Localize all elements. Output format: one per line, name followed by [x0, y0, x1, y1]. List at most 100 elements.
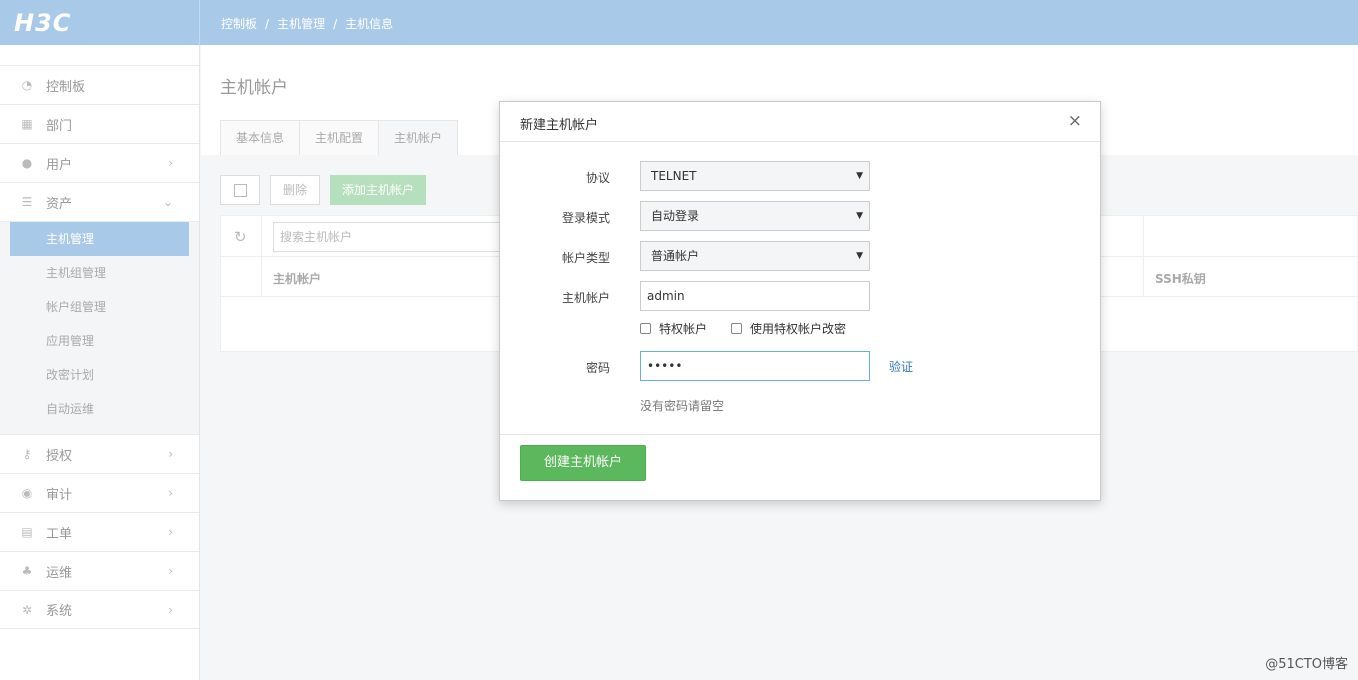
login-mode-select[interactable]: 自动登录 ▼	[640, 201, 870, 231]
privileged-account-label: 特权帐户	[659, 322, 708, 336]
file-icon: ▤	[21, 525, 33, 539]
sidebar-item-system[interactable]: ✲ 系统 ›	[0, 590, 199, 629]
breadcrumb-separator: /	[333, 17, 338, 31]
delete-button[interactable]: 删除	[270, 175, 321, 205]
login-mode-label: 登录模式	[561, 211, 610, 225]
breadcrumb: 控制板 / 主机管理 / 主机信息	[221, 15, 393, 32]
account-type-label: 帐户类型	[561, 251, 610, 265]
dashboard-icon: ◔	[21, 78, 33, 92]
logo-area: H3C	[0, 0, 200, 45]
login-mode-row: 登录模式 自动登录 ▼	[500, 201, 1100, 231]
protocol-select[interactable]: TELNET ▼	[640, 161, 870, 191]
sidebar-item-assets[interactable]: ☰ 资产 ⌄	[0, 182, 199, 221]
submenu-item-password-plan[interactable]: 改密计划	[10, 358, 189, 392]
checkbox-box	[731, 323, 743, 334]
breadcrumb-item-host-info: 主机信息	[345, 17, 394, 31]
chevron-right-icon: ›	[168, 486, 173, 500]
checkbox-box	[233, 183, 247, 197]
breadcrumb-item-dashboard[interactable]: 控制板	[221, 17, 257, 31]
tab-basic-info[interactable]: 基本信息	[220, 120, 301, 155]
sidebar-item-department[interactable]: ▦ 部门	[0, 104, 199, 143]
sidebar-item-label: 部门	[46, 118, 73, 134]
select-all-checkbox[interactable]	[220, 175, 260, 205]
page-title: 主机帐户	[220, 78, 288, 98]
toolbar: 删除 添加主机帐户	[220, 175, 427, 205]
modal-header: 新建主机帐户 ×	[500, 102, 1100, 142]
watermark: @51CTO博客	[1265, 657, 1348, 672]
sidebar: ◔ 控制板 ▦ 部门 ● 用户 › ☰ 资产 ⌄ 主机管理 主机组管理 帐户组管…	[0, 45, 200, 680]
sidebar-item-label: 授权	[46, 448, 73, 464]
protocol-label: 协议	[585, 171, 610, 185]
grid-icon: ▦	[21, 117, 33, 131]
sidebar-item-label: 系统	[46, 604, 73, 619]
tab-host-config[interactable]: 主机配置	[299, 120, 380, 155]
gear-icon: ✲	[21, 602, 33, 617]
sidebar-item-label: 用户	[46, 157, 73, 173]
modal-title: 新建主机帐户	[520, 118, 599, 133]
account-type-select[interactable]: 普通帐户 ▼	[640, 241, 870, 271]
sidebar-item-authorization[interactable]: ⚷ 授权 ›	[0, 434, 199, 473]
user-icon: ●	[21, 156, 33, 170]
sidebar-item-label: 资产	[46, 196, 73, 212]
create-host-account-button[interactable]: 创建主机帐户	[520, 445, 646, 481]
sidebar-item-tickets[interactable]: ▤ 工单 ›	[0, 512, 199, 551]
use-privileged-checkbox[interactable]: 使用特权帐户改密	[731, 320, 846, 337]
account-type-row: 帐户类型 普通帐户 ▼	[500, 241, 1100, 271]
breadcrumb-item-host-management[interactable]: 主机管理	[277, 17, 325, 31]
caret-down-icon: ▼	[856, 171, 863, 181]
sitemap-icon: ♣	[21, 564, 33, 578]
password-row: 密码 ••••• 验证	[500, 351, 1100, 381]
host-account-row: 主机帐户 admin	[500, 281, 1100, 311]
password-label: 密码	[585, 361, 610, 375]
close-icon[interactable]: ×	[1068, 111, 1082, 131]
sidebar-item-operations[interactable]: ♣ 运维 ›	[0, 551, 199, 590]
chevron-right-icon: ›	[168, 447, 173, 461]
protocol-value: TELNET	[651, 169, 697, 183]
column-header-ssh-key[interactable]: SSH私钥	[1155, 270, 1206, 287]
key-icon: ⚷	[22, 447, 32, 461]
submenu-item-app-management[interactable]: 应用管理	[10, 324, 189, 358]
chevron-right-icon: ›	[168, 525, 173, 539]
breadcrumb-separator: /	[265, 17, 270, 31]
top-bar: H3C 控制板 / 主机管理 / 主机信息	[0, 0, 1358, 45]
logo[interactable]: H3C	[14, 9, 71, 37]
add-host-account-button[interactable]: 添加主机帐户	[330, 175, 427, 205]
account-type-value: 普通帐户	[651, 249, 700, 263]
checkbox-box	[640, 323, 651, 334]
server-icon: ☰	[21, 195, 33, 209]
chevron-down-icon: ⌄	[162, 195, 173, 209]
submenu-item-account-group[interactable]: 帐户组管理	[10, 290, 189, 324]
sidebar-item-label: 工单	[46, 526, 73, 542]
column-header-host-account[interactable]: 主机帐户	[273, 270, 321, 287]
sidebar-item-dashboard[interactable]: ◔ 控制板	[0, 65, 199, 104]
sidebar-item-audit[interactable]: ◉ 审计 ›	[0, 473, 199, 512]
verify-link[interactable]: 验证	[889, 358, 913, 375]
caret-down-icon: ▼	[856, 251, 863, 261]
submenu-item-auto-ops[interactable]: 自动运维	[10, 392, 189, 426]
submenu-item-host-management[interactable]: 主机管理	[10, 222, 189, 256]
eye-icon: ◉	[21, 486, 33, 500]
sidebar-item-label: 控制板	[46, 79, 86, 95]
chevron-right-icon: ›	[168, 603, 173, 617]
tab-host-accounts[interactable]: 主机帐户	[378, 120, 459, 155]
use-privileged-label: 使用特权帐户改密	[750, 322, 847, 336]
host-account-label: 主机帐户	[561, 291, 610, 305]
account-options: 特权帐户 使用特权帐户改密	[640, 320, 846, 337]
search-input[interactable]	[273, 222, 513, 252]
sidebar-item-label: 审计	[46, 487, 73, 503]
new-host-account-modal: 新建主机帐户 × 协议 TELNET ▼ 登录模式 自动登录 ▼ 帐户类型 普通…	[499, 101, 1101, 501]
password-input[interactable]: •••••	[640, 351, 870, 381]
privileged-account-checkbox[interactable]: 特权帐户	[640, 320, 707, 337]
submenu-item-host-group[interactable]: 主机组管理	[10, 256, 189, 290]
host-account-input[interactable]: admin	[640, 281, 870, 311]
refresh-icon[interactable]: ↻	[234, 228, 247, 246]
protocol-row: 协议 TELNET ▼	[500, 161, 1100, 191]
caret-down-icon: ▼	[856, 211, 863, 221]
modal-footer: 创建主机帐户	[500, 434, 1100, 500]
sidebar-item-users[interactable]: ● 用户 ›	[0, 143, 199, 182]
chevron-right-icon: ›	[168, 564, 173, 578]
login-mode-value: 自动登录	[651, 209, 700, 223]
sidebar-item-label: 运维	[46, 565, 73, 581]
password-hint: 没有密码请留空	[640, 399, 725, 413]
tab-bar: 基本信息 主机配置 主机帐户	[220, 120, 459, 155]
